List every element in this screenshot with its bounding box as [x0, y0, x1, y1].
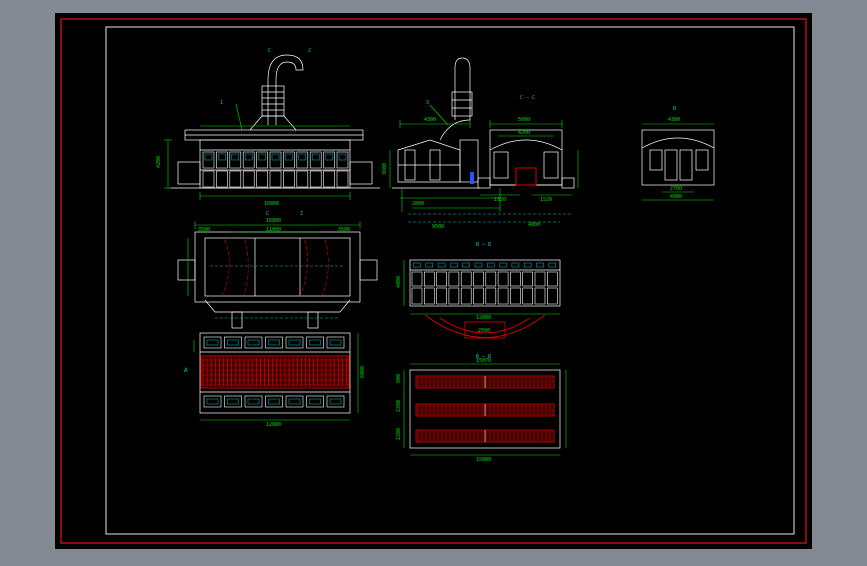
cad-viewport: 16800 4200 C 2 1 4300 3600 2800 9500 480…: [0, 0, 867, 562]
b-inner-dim: 2700: [670, 186, 682, 192]
paper-background: [55, 13, 812, 549]
side-door-blue: [470, 172, 474, 184]
front-total-dim: 16800: [264, 201, 279, 207]
detail-b-label: B: [673, 106, 676, 112]
bb2-row-3-dim: 2200: [396, 428, 402, 440]
cc-left-dim: 1520: [494, 197, 506, 203]
bb2-bottom-dim: 15000: [476, 457, 491, 463]
side-height-dim: 3600: [382, 163, 388, 175]
b-total-dim: 4900: [670, 194, 682, 200]
bb2-row-2-dim: 2200: [396, 400, 402, 412]
cc-width-dim: 5000: [518, 117, 530, 123]
cc-right-dim: 1520: [540, 197, 552, 203]
section-z-plan-label: Z: [300, 211, 303, 217]
bb1-width-dim: 12000: [476, 315, 491, 321]
section-c-plan-label: C: [266, 211, 269, 217]
bb2-row-1-dim: 800: [396, 374, 402, 383]
bb2-top-dim: 15070: [476, 358, 491, 364]
plan-span-left-dim: 3500: [198, 227, 210, 233]
side-left-span-dim: 2800: [412, 201, 424, 207]
section-bb-2-bands: [415, 375, 555, 443]
note-top-label: 2: [308, 48, 311, 54]
plan-mid-dim: 11000: [266, 227, 281, 233]
floor-height-dim: 6000: [360, 366, 366, 378]
b-width-dim: 4300: [668, 117, 680, 123]
side-total-dim: 9500: [432, 224, 444, 230]
section-cc-side-label: C — C: [520, 95, 535, 101]
side-width-top-dim: 4300: [424, 117, 436, 123]
leader-3-label: 3: [426, 100, 429, 106]
floor-width-dim: 12000: [266, 422, 281, 428]
plan-span-right-dim: 3500: [338, 227, 350, 233]
bb1-pit-dim: 2500: [478, 328, 490, 334]
detail-a-label: A: [184, 367, 188, 374]
section-bb-1-label: B — B: [476, 242, 491, 248]
floor-grid-hatch: [200, 355, 350, 389]
front-height-dim: 4200: [156, 156, 162, 168]
section-cc-top-label: C: [268, 48, 271, 54]
plan-overall-dim: 16800: [266, 218, 281, 224]
cc-span-dim: 4200: [518, 130, 530, 136]
side-right-span-dim: 4800: [528, 222, 540, 228]
cad-drawing-sheet: 16800 4200 C 2 1 4300 3600 2800 9500 480…: [55, 13, 812, 549]
leader-1-label: 1: [220, 100, 223, 106]
bb1-height-dim: 4000: [396, 276, 402, 288]
